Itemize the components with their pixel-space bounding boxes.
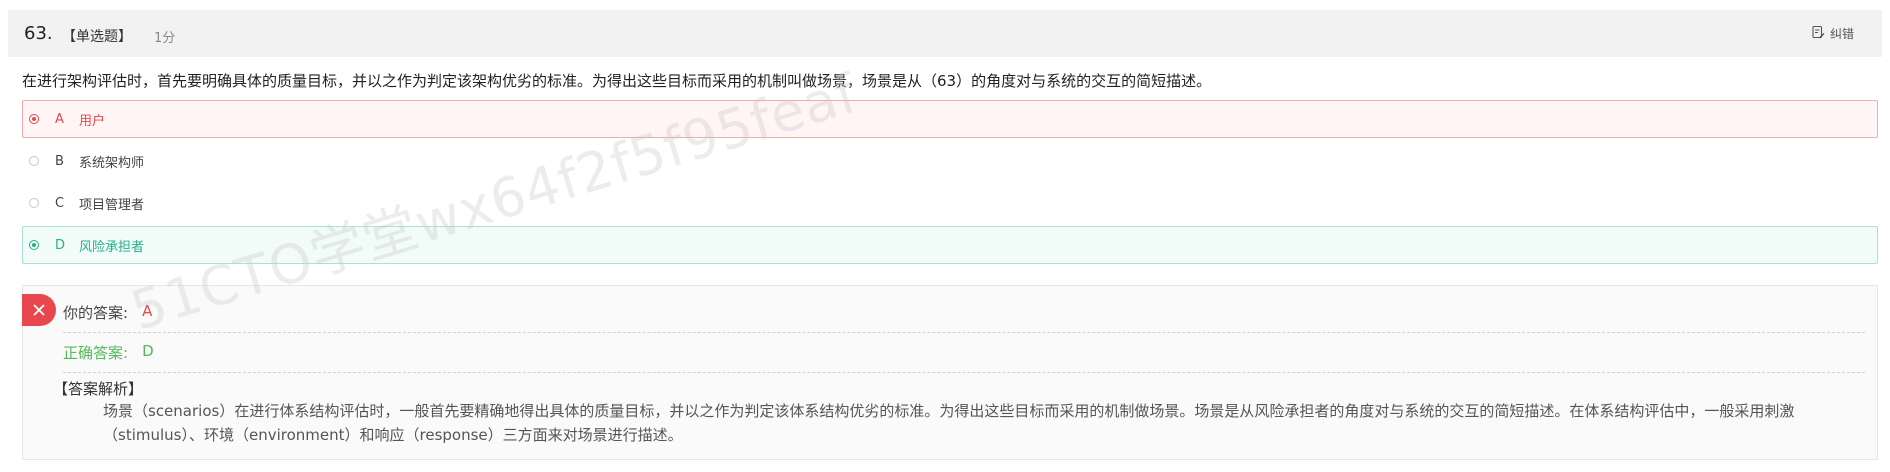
divider bbox=[63, 332, 1865, 333]
question-number: 63. bbox=[24, 23, 53, 44]
option-a[interactable]: A 用户 bbox=[22, 100, 1878, 138]
question-score: 1分 bbox=[154, 31, 176, 46]
option-text: 用户 bbox=[79, 113, 106, 129]
radio-icon[interactable] bbox=[29, 198, 39, 208]
question-stem: 在进行架构评估时，首先要明确具体的质量目标，并以之作为判定该架构优劣的标准。为得… bbox=[22, 72, 1212, 90]
question-header: 63. 【单选题】 1分 纠错 bbox=[8, 10, 1882, 57]
radio-selected-icon[interactable] bbox=[29, 114, 39, 124]
option-text: 风险承担者 bbox=[79, 239, 145, 255]
option-text: 项目管理者 bbox=[79, 197, 145, 213]
option-text: 系统架构师 bbox=[79, 155, 145, 171]
correct-answer-value: D bbox=[142, 342, 154, 360]
analysis-title: 【答案解析】 bbox=[53, 380, 144, 398]
edit-icon bbox=[1811, 25, 1825, 42]
your-answer-row: 你的答案: A bbox=[63, 302, 152, 323]
option-b[interactable]: B 系统架构师 bbox=[22, 142, 1878, 180]
answer-panel: 你的答案: A 正确答案: D 【答案解析】 场景（scenarios）在进行体… bbox=[22, 285, 1878, 460]
your-answer-value: A bbox=[142, 302, 153, 320]
your-answer-label: 你的答案: bbox=[63, 304, 129, 322]
divider bbox=[63, 372, 1865, 373]
option-letter: D bbox=[55, 237, 66, 253]
analysis-text: 场景（scenarios）在进行体系结构评估时，一般首先要精确地得出具体的质量目… bbox=[103, 402, 1795, 444]
report-error-button[interactable]: 纠错 bbox=[1811, 25, 1854, 42]
option-letter: B bbox=[55, 153, 64, 169]
radio-correct-icon[interactable] bbox=[29, 240, 39, 250]
report-label: 纠错 bbox=[1829, 27, 1854, 41]
option-c[interactable]: C 项目管理者 bbox=[22, 184, 1878, 222]
option-d[interactable]: D 风险承担者 bbox=[22, 226, 1878, 264]
option-letter: C bbox=[55, 195, 65, 211]
radio-icon[interactable] bbox=[29, 156, 39, 166]
correct-answer-label: 正确答案: bbox=[63, 344, 129, 362]
correct-answer-row: 正确答案: D bbox=[63, 342, 154, 363]
option-letter: A bbox=[55, 111, 64, 127]
question-type: 【单选题】 bbox=[62, 29, 132, 45]
wrong-icon bbox=[22, 294, 56, 326]
